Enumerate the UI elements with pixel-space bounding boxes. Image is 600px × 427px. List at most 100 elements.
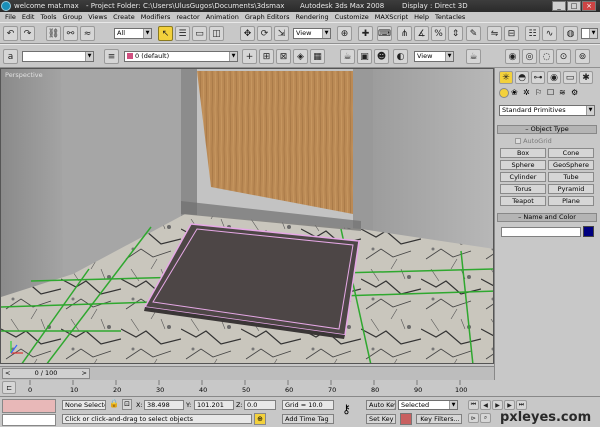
shapes-icon[interactable]: ❀ [511,88,521,98]
primitive-category-dropdown[interactable]: Standard Primitives ▼ [499,105,595,116]
play-icon[interactable]: ▶ [492,400,503,410]
rendered-frame-icon[interactable]: ▣ [357,49,372,64]
select-by-name-icon[interactable]: ☰ [175,26,190,41]
curve-editor-icon[interactable]: ∿ [542,26,557,41]
layer-properties-icon[interactable]: ▦ [310,49,325,64]
render-setup-icon[interactable]: ☕ [340,49,355,64]
box-button[interactable]: Box [500,148,546,158]
undo-icon[interactable]: ↶ [3,26,18,41]
menu-tentacles[interactable]: Tentacles [432,12,468,22]
key-icon[interactable]: ⚷ [342,402,351,416]
object-type-rollout[interactable]: – Object Type [497,125,597,134]
lights-icon[interactable]: ✲ [523,88,533,98]
mirror-icon[interactable]: ⇋ [487,26,502,41]
menu-animation[interactable]: Animation [203,12,242,22]
create-tab-icon[interactable]: ✳ [499,71,513,84]
go-to-start-icon[interactable]: ⏮ [468,400,479,410]
named-selection-set-dropdown[interactable]: ▼ [22,51,94,62]
key-mode-icon[interactable]: ⊳ [468,413,479,423]
set-key-button[interactable]: Set Key [366,414,396,424]
named-selection-icon[interactable]: ✎ [466,26,481,41]
geometry-icon[interactable] [499,88,509,98]
add-time-tag-button[interactable]: Add Time Tag [282,414,334,424]
set-current-layer-icon[interactable]: ◈ [293,49,308,64]
reactor-anim-icon[interactable]: ⊚ [575,49,590,64]
angle-snap-icon[interactable]: ∡ [414,26,429,41]
cone-button[interactable]: Cone [548,148,594,158]
menu-maxscript[interactable]: MAXScript [372,12,411,22]
reactor-create-icon[interactable]: ◉ [505,49,520,64]
plane-button[interactable]: Plane [548,196,594,206]
minimize-button[interactable]: _ [552,1,566,11]
key-filters-button[interactable]: Key Filters... [416,414,462,424]
menu-help[interactable]: Help [411,12,432,22]
menu-views[interactable]: Views [85,12,110,22]
percent-snap-icon[interactable]: % [431,26,446,41]
lock-selection-icon[interactable]: 🔒 [109,399,119,408]
menu-group[interactable]: Group [60,12,86,22]
hierarchy-tab-icon[interactable]: ⊶ [531,71,545,84]
window-crossing-icon[interactable]: ◫ [209,26,224,41]
align-icon[interactable]: ⊟ [504,26,519,41]
pivot-center-icon[interactable]: ⊕ [337,26,352,41]
quick-render-icon[interactable]: ☻ [374,49,389,64]
select-rotate-icon[interactable]: ⟳ [257,26,272,41]
maxscript-input[interactable] [2,414,56,426]
zoom-icon[interactable]: ⌕ [480,413,491,423]
geosphere-button[interactable]: GeoSphere [548,160,594,170]
pyramid-button[interactable]: Pyramid [548,184,594,194]
abc-text-icon[interactable]: a [3,49,18,64]
close-button[interactable]: × [582,1,596,11]
select-move-icon[interactable]: ✥ [240,26,255,41]
object-name-input[interactable] [501,227,581,237]
material-editor-icon[interactable]: ◍ [563,26,578,41]
keyboard-shortcut-icon[interactable]: ⌨ [377,26,392,41]
systems-icon[interactable]: ⚙ [571,88,581,98]
sphere-button[interactable]: Sphere [500,160,546,170]
create-layer-icon[interactable]: + [242,49,257,64]
cylinder-button[interactable]: Cylinder [500,172,546,182]
absolute-mode-icon[interactable]: ⊡ [122,399,132,410]
space-warps-icon[interactable]: ≋ [559,88,569,98]
reactor-preview-icon[interactable]: ◎ [522,49,537,64]
object-color-swatch[interactable] [583,226,594,237]
redo-icon[interactable]: ↷ [20,26,35,41]
selection-filter-dropdown[interactable]: All ▼ [114,28,152,39]
menu-file[interactable]: File [2,12,19,22]
key-mode-toggle-icon[interactable] [400,413,412,425]
toolbar-overflow[interactable]: ▼ [581,28,598,39]
auto-key-button[interactable]: Auto Key [366,400,396,410]
auto-key-mode-dropdown[interactable]: Selected ▼ [398,400,458,410]
select-manipulate-icon[interactable]: ✚ [358,26,373,41]
unlink-icon[interactable]: ⚯ [63,26,78,41]
menu-tools[interactable]: Tools [37,12,59,22]
menu-rendering[interactable]: Rendering [292,12,331,22]
bind-space-warp-icon[interactable]: ≈ [80,26,95,41]
rectangular-selection-icon[interactable]: ▭ [192,26,207,41]
render-type-icon[interactable]: ◐ [393,49,408,64]
x-coordinate-field[interactable]: 38.498 [144,400,184,410]
cameras-icon[interactable]: ⚐ [535,88,545,98]
layer-icon[interactable]: ≡ [104,49,119,64]
menu-reactor[interactable]: reactor [173,12,202,22]
helpers-icon[interactable]: ☐ [547,88,557,98]
z-coordinate-field[interactable]: 0.0 [244,400,276,410]
teapot-button[interactable]: Teapot [500,196,546,206]
reactor-analyze-icon[interactable]: ⊙ [556,49,571,64]
name-and-color-rollout[interactable]: – Name and Color [497,213,597,222]
timeline-ruler[interactable]: ⊏ 0 10 20 30 40 50 60 70 80 90 100 [0,380,494,396]
y-coordinate-field[interactable]: 101.201 [194,400,234,410]
reference-coordinate-dropdown[interactable]: View ▼ [293,28,331,39]
next-frame-icon[interactable]: ▶ [504,400,515,410]
tube-button[interactable]: Tube [548,172,594,182]
perspective-viewport[interactable]: Perspective [0,68,494,364]
layer-dropdown[interactable]: 0 (default) ▼ [124,51,238,62]
layer-manager-icon[interactable]: ☷ [525,26,540,41]
display-tab-icon[interactable]: ▭ [563,71,577,84]
reactor-props-icon[interactable]: ◌ [539,49,554,64]
menu-edit[interactable]: Edit [19,12,38,22]
select-scale-icon[interactable]: ⇲ [274,26,289,41]
select-layer-objects-icon[interactable]: ⊠ [276,49,291,64]
menu-modifiers[interactable]: Modifiers [138,12,174,22]
torus-button[interactable]: Torus [500,184,546,194]
